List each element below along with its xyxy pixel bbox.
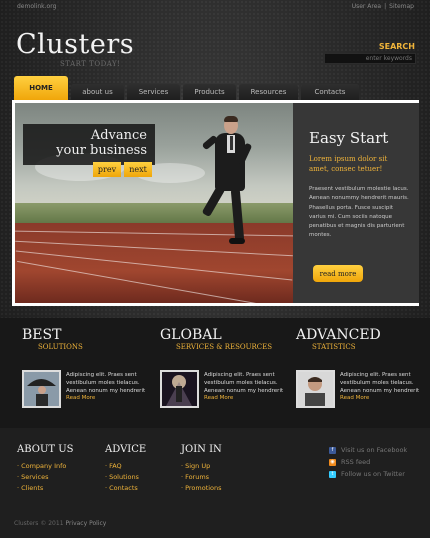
nav-tab-products[interactable]: Products — [183, 84, 236, 100]
page: demolink.org User Area | Sitemap Clusters … — [0, 0, 430, 538]
bullet-icon: · — [105, 473, 108, 481]
features-section: BEST SOLUTIONS Adipiscing elit. Praes se… — [0, 318, 430, 428]
main-nav: HOME about us Services Products Resource… — [14, 76, 359, 100]
nav-tab-services[interactable]: Services — [127, 84, 180, 100]
footer-link[interactable]: · Solutions — [105, 472, 146, 483]
feature-global: GLOBAL SERVICES & RESOURCES Adipiscing e… — [160, 327, 290, 408]
nav-tab-home[interactable]: HOME — [14, 76, 68, 100]
umbrella-man-image — [24, 372, 59, 406]
portrait-image — [298, 372, 333, 406]
footer-about: ABOUT US · Company Info · Services · Client… — [17, 444, 74, 494]
footer-heading: ABOUT US — [17, 444, 74, 455]
site-tagline: START TODAY! — [60, 60, 121, 68]
user-area-link[interactable]: User Area — [352, 3, 381, 10]
track-lane — [15, 250, 293, 281]
feature-title: BEST — [22, 327, 62, 343]
feature-read-more[interactable]: Read More — [66, 395, 95, 401]
track-lane — [15, 230, 293, 237]
footer-advice: ADVICE · FAQ · Solutions · Contacts — [105, 444, 146, 494]
top-links-separator: | — [384, 3, 387, 10]
copyright: Clusters © 2011 Privacy Policy — [14, 520, 107, 527]
slide-caption-line1: Advance — [90, 128, 147, 143]
feature-best: BEST SOLUTIONS Adipiscing elit. Praes se… — [22, 327, 152, 408]
feature-thumbnail[interactable] — [22, 370, 61, 408]
site-logo[interactable]: Clusters — [16, 30, 134, 60]
runner-tie — [230, 136, 233, 150]
domain-text: demolink.org — [17, 3, 57, 10]
feature-read-more[interactable]: Read More — [204, 395, 233, 401]
footer-heading: ADVICE — [105, 444, 147, 455]
top-links: User Area | Sitemap — [352, 3, 414, 10]
hero-track — [15, 223, 293, 303]
footer-link[interactable]: · Sign Up — [181, 461, 222, 472]
easy-start-body: Praesent vestibulum molestie lacus. Aene… — [309, 186, 409, 239]
runner-hair — [224, 116, 238, 122]
feature-subtitle: SOLUTIONS — [38, 343, 83, 351]
next-button[interactable]: next — [124, 162, 152, 177]
bullet-icon: · — [105, 462, 108, 470]
feature-text-body: Adipiscing elit. Praes sent vestibulum m… — [340, 372, 420, 394]
footer-link[interactable]: · Clients — [17, 483, 74, 494]
feature-text: Adipiscing elit. Praes sent vestibulum m… — [66, 372, 146, 403]
hero-slider: Advance your business prev next Easy Sta… — [12, 100, 419, 306]
footer-heading: JOIN IN — [181, 444, 222, 455]
footer-link[interactable]: · Company Info — [17, 461, 74, 472]
feature-advanced: ADVANCED STATISTICS Adipiscing elit. Pra… — [296, 327, 426, 408]
runner-shoe — [229, 238, 245, 244]
feature-thumbnail[interactable] — [160, 370, 199, 408]
read-more-button[interactable]: read more — [313, 265, 363, 282]
top-bar: demolink.org User Area | Sitemap — [0, 0, 430, 16]
feature-title: GLOBAL — [160, 327, 222, 343]
nav-tab-about-us[interactable]: about us — [71, 84, 124, 100]
bullet-icon: · — [17, 462, 20, 470]
sitemap-link[interactable]: Sitemap — [389, 3, 414, 10]
feature-text: Adipiscing elit. Praes sent vestibulum m… — [340, 372, 420, 403]
bullet-icon: · — [17, 484, 20, 492]
bullet-icon: · — [181, 462, 184, 470]
social-links: f Visit us on Facebook ◉ RSS feed t Foll… — [329, 444, 407, 480]
rss-icon: ◉ — [329, 458, 336, 466]
nav-tab-contacts[interactable]: Contacts — [301, 84, 359, 100]
track-lane — [17, 260, 291, 303]
facebook-icon: f — [329, 446, 336, 454]
bullet-icon: · — [181, 484, 184, 492]
easy-start-lead: Lorem ipsum dolor sit amet, consec tetue… — [309, 155, 388, 173]
feature-title: ADVANCED — [296, 327, 381, 343]
footer-join: JOIN IN · Sign Up · Forums · Promotions — [181, 444, 222, 494]
feature-text: Adipiscing elit. Praes sent vestibulum m… — [204, 372, 284, 403]
feature-read-more[interactable]: Read More — [340, 395, 369, 401]
easy-start-panel: Easy Start Lorem ipsum dolor sit amet, c… — [293, 103, 419, 303]
footer: ABOUT US · Company Info · Services · Client… — [0, 428, 430, 538]
feature-subtitle: SERVICES & RESOURCES — [176, 343, 273, 351]
feature-thumbnail[interactable] — [296, 370, 335, 408]
feature-text-body: Adipiscing elit. Praes sent vestibulum m… — [66, 372, 146, 394]
hero-image: Advance your business prev next — [15, 103, 293, 303]
slide-caption: Advance your business — [23, 124, 155, 165]
search-label: SEARCH — [378, 42, 415, 51]
bullet-icon: · — [105, 484, 108, 492]
twitter-link[interactable]: t Follow us on Twitter — [329, 468, 407, 480]
footer-link[interactable]: · Forums — [181, 472, 222, 483]
facebook-link[interactable]: f Visit us on Facebook — [329, 444, 407, 456]
prev-button[interactable]: prev — [93, 162, 121, 177]
privacy-policy-link[interactable]: Privacy Policy — [65, 520, 106, 527]
feature-subtitle: STATISTICS — [312, 343, 356, 351]
footer-link[interactable]: · Contacts — [105, 483, 146, 494]
footer-link[interactable]: · FAQ — [105, 461, 146, 472]
footer-link[interactable]: · Services — [17, 472, 74, 483]
feature-text-body: Adipiscing elit. Praes sent vestibulum m… — [204, 372, 284, 394]
footer-link[interactable]: · Promotions — [181, 483, 222, 494]
bullet-icon: · — [17, 473, 20, 481]
slide-caption-line2: your business — [56, 143, 147, 158]
nav-tab-resources[interactable]: Resources — [239, 84, 298, 100]
easy-start-title: Easy Start — [309, 129, 389, 147]
stage-lights-image — [162, 372, 197, 406]
twitter-icon: t — [329, 470, 336, 478]
search-input[interactable]: enter keywords — [324, 53, 416, 64]
bullet-icon: · — [181, 473, 184, 481]
rss-link[interactable]: ◉ RSS feed — [329, 456, 407, 468]
